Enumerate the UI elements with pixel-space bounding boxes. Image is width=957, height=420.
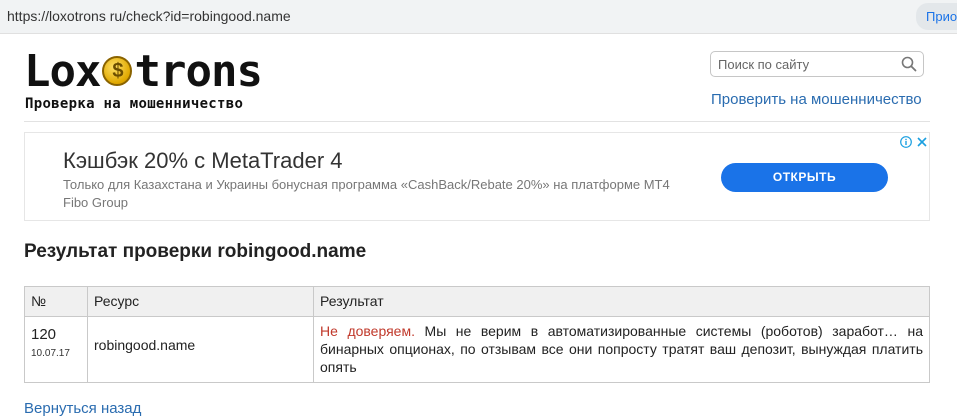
search-icon[interactable] bbox=[901, 56, 917, 72]
number-cell: 120 10.07.17 bbox=[24, 316, 88, 383]
coin-icon bbox=[102, 56, 133, 86]
ad-banner[interactable]: Кэшбэк 20% с MetaTrader 4 Только для Каз… bbox=[24, 132, 930, 221]
result-cell: Не доверяем. Мы не верим в автоматизиров… bbox=[313, 316, 930, 383]
page-title: Результат проверки robingood.name bbox=[24, 241, 367, 262]
browser-toolbar: https://loxotrons ru/check?id=robingood.… bbox=[0, 0, 957, 34]
info-icon[interactable] bbox=[900, 136, 912, 148]
check-number: 120 bbox=[31, 326, 57, 343]
site-logo[interactable]: Lox trons bbox=[24, 46, 263, 97]
logo-text-start: Lox bbox=[24, 46, 101, 97]
ad-title[interactable]: Кэшбэк 20% с MetaTrader 4 bbox=[63, 148, 343, 174]
verdict-label: Не доверяем. bbox=[320, 323, 415, 339]
logo-text-end: trons bbox=[134, 46, 262, 97]
search-input[interactable] bbox=[711, 52, 891, 76]
back-link[interactable]: Вернуться назад bbox=[24, 400, 141, 417]
table-header-row: № Ресурс Результат bbox=[24, 286, 930, 317]
search-box bbox=[710, 51, 924, 77]
check-date: 10.07.17 bbox=[31, 348, 70, 359]
check-fraud-link[interactable]: Проверить на мошенничество bbox=[711, 91, 922, 108]
address-bar[interactable]: https://loxotrons ru/check?id=robingood.… bbox=[0, 3, 906, 30]
ad-description: Только для Казахстана и Украины бонусная… bbox=[63, 177, 670, 210]
header-divider bbox=[24, 121, 930, 122]
browser-side-button[interactable]: Прио bbox=[916, 3, 957, 30]
site-tagline: Проверка на мошенничество bbox=[25, 96, 244, 112]
column-header-resource: Ресурс bbox=[87, 286, 314, 317]
column-header-result: Результат bbox=[313, 286, 930, 317]
ad-open-button[interactable]: ОТКРЫТЬ bbox=[721, 163, 888, 192]
close-icon[interactable] bbox=[916, 136, 928, 148]
column-header-number: № bbox=[24, 286, 88, 317]
table-row: 120 10.07.17 robingood.name Не доверяем.… bbox=[24, 316, 930, 383]
resource-cell: robingood.name bbox=[87, 316, 314, 383]
results-table: № Ресурс Результат 120 10.07.17 robingoo… bbox=[24, 286, 930, 383]
